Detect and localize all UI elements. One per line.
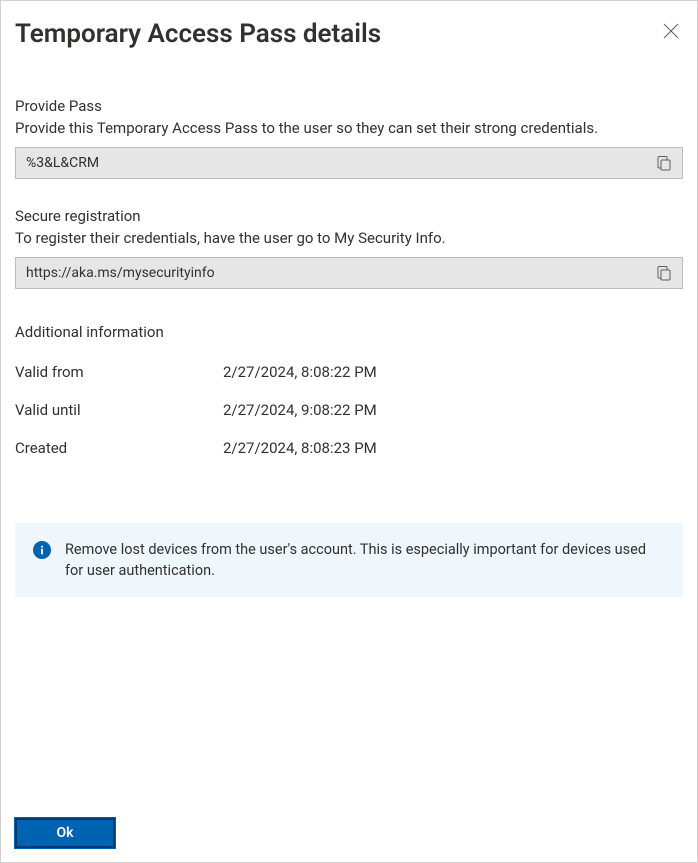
additional-info-table: Valid from 2/27/2024, 8:08:22 PM Valid u…	[15, 363, 683, 457]
secure-registration-section: Secure registration To register their cr…	[15, 207, 683, 317]
info-message-bar: Remove lost devices from the user's acco…	[15, 523, 683, 597]
copy-icon	[656, 265, 672, 281]
panel-footer: Ok	[15, 806, 683, 848]
panel-header: Temporary Access Pass details	[15, 19, 683, 49]
info-message-text: Remove lost devices from the user's acco…	[65, 539, 665, 581]
secure-registration-label: Secure registration	[15, 207, 683, 225]
info-icon	[33, 541, 51, 559]
panel-title: Temporary Access Pass details	[15, 19, 381, 49]
created-value: 2/27/2024, 8:08:23 PM	[223, 439, 377, 457]
copy-url-button[interactable]	[652, 261, 676, 285]
tap-details-panel: Temporary Access Pass details Provide Pa…	[0, 0, 698, 863]
additional-info-section: Additional information Valid from 2/27/2…	[15, 317, 683, 477]
created-row: Created 2/27/2024, 8:08:23 PM	[15, 439, 683, 457]
provide-pass-description: Provide this Temporary Access Pass to th…	[15, 119, 683, 137]
secure-registration-description: To register their credentials, have the …	[15, 229, 683, 247]
close-icon	[663, 23, 679, 39]
ok-button[interactable]: Ok	[15, 818, 115, 848]
valid-from-label: Valid from	[15, 363, 223, 381]
valid-from-value: 2/27/2024, 8:08:22 PM	[223, 363, 377, 381]
provide-pass-label: Provide Pass	[15, 97, 683, 115]
created-label: Created	[15, 439, 223, 457]
copy-icon	[656, 155, 672, 171]
registration-url-field: https://aka.ms/mysecurityinfo	[15, 257, 683, 289]
pass-value: %3&L&CRM	[26, 155, 652, 171]
close-button[interactable]	[659, 19, 683, 43]
valid-from-row: Valid from 2/27/2024, 8:08:22 PM	[15, 363, 683, 381]
additional-info-heading: Additional information	[15, 323, 683, 341]
registration-url-value: https://aka.ms/mysecurityinfo	[26, 265, 652, 281]
provide-pass-section: Provide Pass Provide this Temporary Acce…	[15, 97, 683, 207]
valid-until-label: Valid until	[15, 401, 223, 419]
pass-value-field: %3&L&CRM	[15, 147, 683, 179]
valid-until-value: 2/27/2024, 9:08:22 PM	[223, 401, 377, 419]
copy-pass-button[interactable]	[652, 151, 676, 175]
valid-until-row: Valid until 2/27/2024, 9:08:22 PM	[15, 401, 683, 419]
